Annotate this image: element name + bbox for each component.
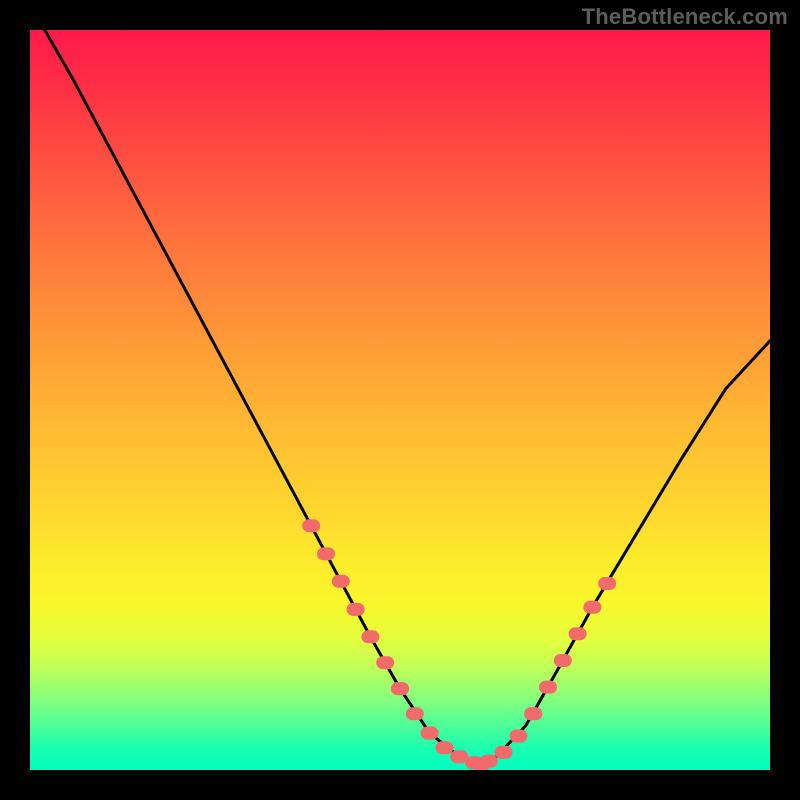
highlight-dot [480, 755, 498, 768]
highlight-dot [347, 603, 365, 616]
highlight-dot [554, 654, 572, 667]
watermark-text: TheBottleneck.com [582, 4, 788, 30]
highlight-dot [361, 630, 379, 643]
highlight-dot [391, 682, 409, 695]
highlight-dot [332, 575, 350, 588]
highlight-dot [569, 627, 587, 640]
highlight-dot [495, 746, 513, 759]
highlight-dot [583, 601, 601, 614]
main-curve-path [45, 30, 770, 764]
highlight-dots [302, 519, 616, 770]
plot-area [30, 30, 770, 770]
highlight-dot [302, 519, 320, 532]
highlight-dot [509, 730, 527, 743]
highlight-dot [376, 656, 394, 669]
highlight-dot [524, 707, 542, 720]
highlight-dot [598, 577, 616, 590]
highlight-dot [421, 727, 439, 740]
chart-frame: TheBottleneck.com [0, 0, 800, 800]
curve-svg [30, 30, 770, 770]
highlight-dot [317, 547, 335, 560]
highlight-dot [539, 681, 557, 694]
highlight-dot [435, 741, 453, 754]
highlight-dot [406, 707, 424, 720]
